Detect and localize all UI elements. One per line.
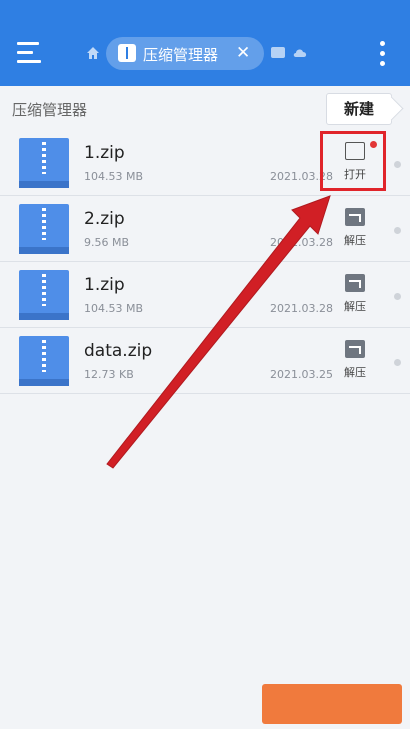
zip-file-icon bbox=[19, 204, 69, 254]
file-row[interactable]: 1.zip 104.53 MB 2021.03.28 解压 bbox=[0, 262, 410, 328]
file-name: 1.zip bbox=[84, 143, 125, 163]
file-row[interactable]: 2.zip 9.56 MB 2021.03.28 解压 bbox=[0, 196, 410, 262]
file-name: 1.zip bbox=[84, 275, 125, 295]
row-edge-dot bbox=[394, 293, 401, 300]
file-date: 2021.03.25 bbox=[270, 368, 333, 381]
menu-icon[interactable] bbox=[17, 42, 43, 64]
file-date: 2021.03.28 bbox=[270, 302, 333, 315]
tab-label: 压缩管理器 bbox=[143, 46, 219, 64]
zip-file-icon bbox=[19, 336, 69, 386]
cloud-icon[interactable] bbox=[292, 47, 308, 58]
breadcrumb-current[interactable]: 压缩管理器 bbox=[12, 99, 87, 120]
file-date: 2021.03.28 bbox=[270, 236, 333, 249]
home-icon[interactable] bbox=[86, 46, 100, 60]
row-edge-dot bbox=[394, 359, 401, 366]
extract-button[interactable]: 解压 bbox=[336, 338, 374, 384]
file-size: 104.53 MB bbox=[84, 302, 144, 315]
extract-icon bbox=[345, 340, 365, 358]
watermark-logo bbox=[262, 684, 402, 724]
extract-icon bbox=[345, 274, 365, 292]
file-size: 104.53 MB bbox=[84, 170, 144, 183]
action-label: 解压 bbox=[344, 300, 366, 313]
chat-icon[interactable] bbox=[271, 47, 285, 58]
more-vert-icon[interactable] bbox=[378, 41, 386, 67]
row-edge-dot bbox=[394, 227, 401, 234]
archive-icon bbox=[118, 44, 136, 62]
extract-button[interactable]: 解压 bbox=[336, 206, 374, 252]
action-label: 解压 bbox=[344, 366, 366, 379]
file-size: 12.73 KB bbox=[84, 368, 134, 381]
highlight-box bbox=[320, 131, 386, 191]
extract-icon bbox=[345, 208, 365, 226]
file-row[interactable]: data.zip 12.73 KB 2021.03.25 解压 bbox=[0, 328, 410, 394]
file-name: data.zip bbox=[84, 341, 153, 361]
tab-archive-manager[interactable]: 压缩管理器 ✕ bbox=[106, 37, 264, 70]
extract-button[interactable]: 解压 bbox=[336, 272, 374, 318]
zip-file-icon bbox=[19, 138, 69, 188]
file-size: 9.56 MB bbox=[84, 236, 130, 249]
app-toolbar: 压缩管理器 ✕ bbox=[0, 0, 410, 86]
close-icon[interactable]: ✕ bbox=[236, 43, 250, 63]
file-name: 2.zip bbox=[84, 209, 125, 229]
zip-file-icon bbox=[19, 270, 69, 320]
action-label: 解压 bbox=[344, 234, 366, 247]
row-edge-dot bbox=[394, 161, 401, 168]
new-button[interactable]: 新建 bbox=[326, 93, 392, 125]
